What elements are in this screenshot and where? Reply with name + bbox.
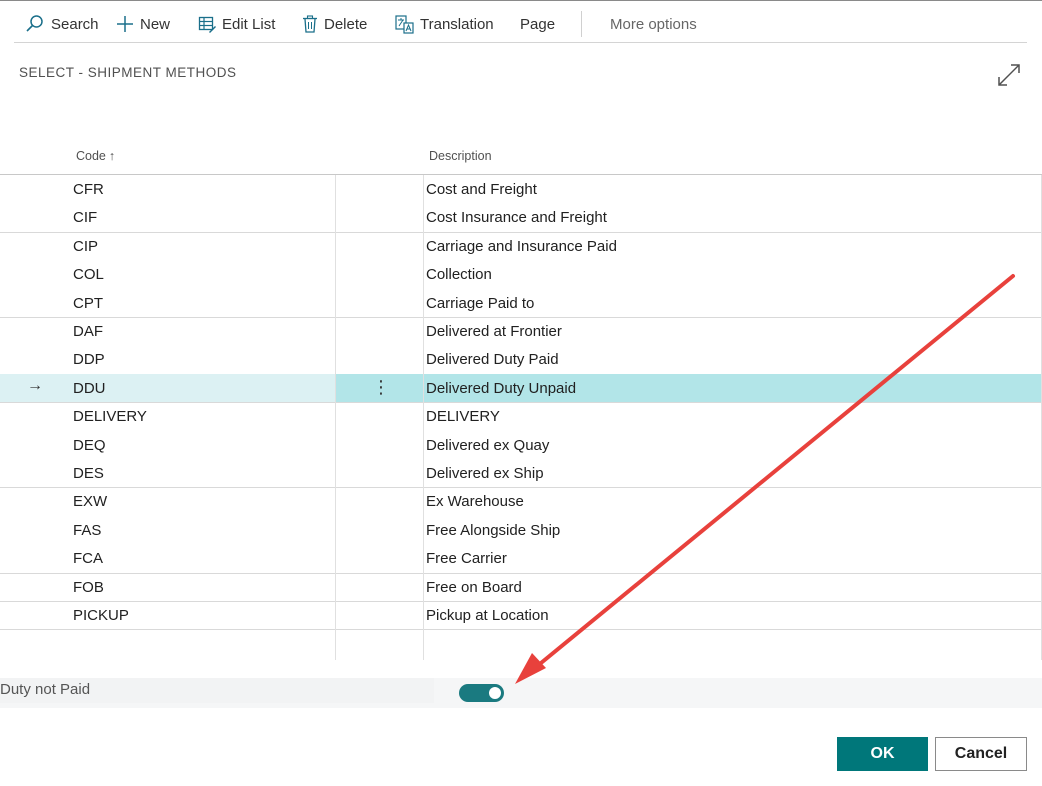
sort-ascending-icon: ↑ (108, 149, 116, 163)
row-divider (0, 487, 1042, 489)
code-cell[interactable]: FOB (73, 579, 104, 596)
table-row[interactable]: CPT Carriage Paid to (0, 289, 1042, 317)
description-cell: Free on Board (426, 578, 522, 596)
search-action[interactable]: Search (25, 12, 99, 36)
selected-cell-highlight (0, 373, 335, 403)
code-cell[interactable]: DDP (73, 351, 105, 368)
row-divider (0, 601, 1042, 602)
translation-action[interactable]: Translation (395, 12, 494, 36)
row-selected-arrow-icon: → (27, 376, 43, 394)
code-cell[interactable]: FCA (73, 550, 103, 567)
description-cell: DELIVERY (426, 408, 500, 426)
table-row[interactable]: PICKUP Pickup at Location (0, 601, 1042, 629)
row-divider (0, 402, 1042, 404)
description-cell: Delivered ex Quay (426, 436, 550, 454)
page-title: SELECT - SHIPMENT METHODS (19, 65, 237, 80)
code-cell[interactable]: DES (73, 465, 104, 482)
row-divider (0, 231, 1042, 233)
page-label: Page (520, 15, 556, 33)
table-row[interactable]: DDP Delivered Duty Paid (0, 345, 1042, 373)
row-divider (0, 572, 1042, 574)
description-cell: Carriage Paid to (426, 294, 535, 312)
description-cell: Ex Warehouse (426, 493, 524, 511)
edit-list-action[interactable]: Edit List (198, 12, 275, 36)
edit-list-icon (198, 15, 216, 33)
code-cell[interactable]: FAS (73, 522, 101, 539)
table-row[interactable]: FCA Free Carrier (0, 544, 1042, 572)
page-menu[interactable]: Page (520, 12, 555, 36)
column-divider (335, 175, 336, 660)
translation-label: Translation (420, 15, 494, 33)
translation-icon (395, 14, 414, 34)
description-cell: Delivered ex Ship (426, 465, 544, 482)
description-cell: Free Carrier (426, 550, 507, 568)
table-row[interactable]: DELIVERY DELIVERY (0, 402, 1042, 430)
header-divider (14, 42, 1027, 43)
description-cell: Delivered Duty Paid (426, 351, 559, 369)
table-row[interactable]: FOB Free on Board (0, 573, 1042, 601)
table-row-selected[interactable]: → ⋮ DDU Delivered Duty Unpaid (0, 373, 1042, 403)
code-cell[interactable]: CPT (73, 295, 103, 312)
search-icon (25, 14, 45, 34)
column-header-description[interactable]: Description (429, 149, 492, 163)
ok-button[interactable]: OK (837, 737, 928, 771)
delete-label: Delete (324, 15, 368, 33)
column-divider (423, 175, 424, 660)
column-header-code-label: Code (76, 149, 106, 163)
code-cell[interactable]: CIF (73, 209, 97, 226)
row-menu-icon[interactable]: ⋮ (372, 377, 390, 398)
expand-icon[interactable] (996, 62, 1022, 88)
table-row[interactable]: FAS Free Alongside Ship (0, 516, 1042, 544)
search-label: Search (51, 15, 99, 33)
plus-icon (116, 15, 134, 33)
code-cell[interactable]: CFR (73, 181, 104, 198)
toggle-knob (489, 687, 501, 699)
table-row[interactable]: CFR Cost and Freight (0, 175, 1042, 203)
table-row[interactable]: DEQ Delivered ex Quay (0, 431, 1042, 459)
new-action[interactable]: New (116, 12, 170, 36)
trash-icon (302, 15, 318, 33)
row-divider (0, 629, 1042, 631)
code-cell[interactable]: DEQ (73, 437, 106, 454)
delete-action[interactable]: Delete (302, 12, 367, 36)
description-cell: Delivered Duty Unpaid (426, 379, 577, 397)
code-cell[interactable]: DELIVERY (73, 408, 147, 425)
description-cell: Delivered at Frontier (426, 323, 562, 340)
code-cell[interactable]: PICKUP (73, 607, 129, 624)
column-header-description-label: Description (429, 149, 492, 163)
table-row[interactable]: CIP Carriage and Insurance Paid (0, 232, 1042, 260)
table-row[interactable]: EXW Ex Warehouse (0, 487, 1042, 515)
code-cell[interactable]: EXW (73, 493, 107, 510)
column-header-code[interactable]: Code ↑ (76, 149, 115, 163)
table-row[interactable]: COL Collection (0, 260, 1042, 288)
table-row[interactable]: DAF Delivered at Frontier (0, 317, 1042, 345)
table-row[interactable]: DES Delivered ex Ship (0, 459, 1042, 487)
code-cell[interactable]: COL (73, 266, 104, 283)
description-cell: Free Alongside Ship (426, 521, 561, 539)
description-cell: Cost and Freight (426, 181, 537, 198)
row-divider (0, 317, 1042, 318)
new-label: New (140, 15, 171, 33)
description-cell: Cost Insurance and Freight (426, 209, 607, 227)
description-cell: Collection (426, 266, 492, 284)
code-cell[interactable]: DAF (73, 323, 103, 340)
more-options-button[interactable]: More options (610, 12, 697, 36)
toolbar-divider (581, 11, 582, 37)
more-options-label: More options (610, 15, 697, 33)
description-cell: Carriage and Insurance Paid (426, 237, 617, 255)
code-cell[interactable]: CIP (73, 238, 98, 255)
action-bar: Search New Edit List Delete Translation … (0, 0, 1042, 46)
edit-list-label: Edit List (222, 15, 276, 33)
code-cell[interactable]: DDU (73, 380, 106, 397)
table-row[interactable]: CIF Cost Insurance and Freight (0, 203, 1042, 231)
description-cell: Pickup at Location (426, 607, 549, 624)
duty-not-paid-toggle[interactable] (459, 684, 504, 702)
cancel-button[interactable]: Cancel (935, 737, 1027, 771)
duty-not-paid-label: Duty not Paid (0, 681, 91, 698)
